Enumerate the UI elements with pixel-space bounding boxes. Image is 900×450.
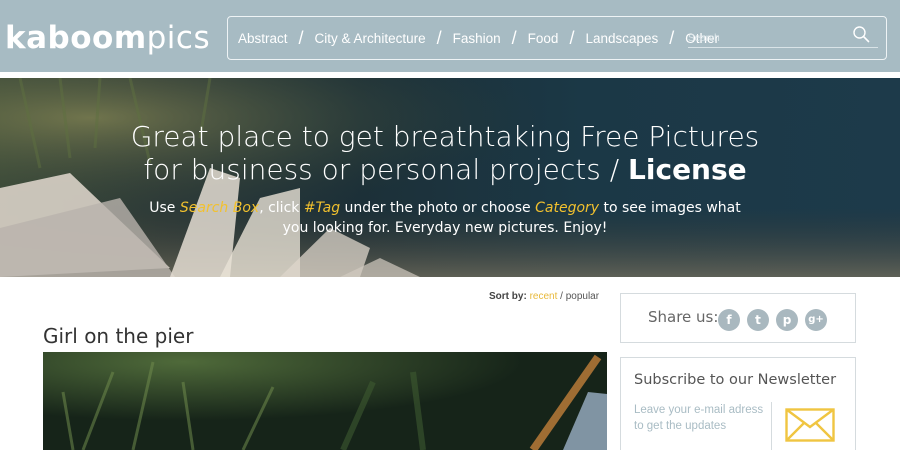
search-box: [688, 26, 878, 48]
sort-label: Sort by:: [489, 291, 530, 302]
hero-subtitle-line2: you looking for. Everyday new pictures. …: [282, 220, 608, 236]
nav-separator: /: [298, 27, 304, 48]
nav-item-landscapes[interactable]: Landscapes: [585, 31, 658, 46]
nav-separator: /: [436, 27, 442, 48]
license-link[interactable]: License: [628, 153, 747, 186]
post-title[interactable]: Girl on the pier: [43, 324, 193, 348]
site-logo[interactable]: kaboompics: [5, 20, 210, 56]
google-plus-icon[interactable]: g+: [805, 309, 827, 331]
site-header: kaboompics Abstract / City & Architectur…: [0, 0, 900, 72]
hero-title: Great place to get breathtaking Free Pic…: [0, 120, 890, 186]
newsletter-divider: [771, 402, 772, 450]
nav-item-fashion[interactable]: Fashion: [453, 31, 501, 46]
sort-recent-link[interactable]: recent: [530, 291, 558, 302]
post-image-photo: [43, 352, 607, 450]
search-icon[interactable]: [852, 25, 870, 43]
search-box-link[interactable]: Search Box: [180, 200, 259, 216]
hero-title-line1: Great place to get breathtaking Free Pic…: [130, 120, 760, 153]
post-image[interactable]: [43, 352, 607, 450]
nav-items: Abstract / City & Architecture / Fashion…: [238, 17, 719, 59]
nav-item-food[interactable]: Food: [528, 31, 559, 46]
logo-bold-text: kaboom: [5, 20, 147, 56]
hero-subtitle: Use Search Box, click #Tag under the pho…: [0, 198, 890, 238]
nav-item-city-architecture[interactable]: City & Architecture: [315, 31, 426, 46]
pinterest-icon[interactable]: p: [776, 309, 798, 331]
hero-title-line2-text: for business or personal projects /: [143, 153, 629, 186]
nav-separator: /: [669, 27, 675, 48]
newsletter-widget: Subscribe to our Newsletter Leave your e…: [620, 357, 856, 450]
share-widget: Share us: f t p g+: [620, 293, 856, 343]
twitter-icon[interactable]: t: [747, 309, 769, 331]
category-link[interactable]: Category: [535, 200, 599, 216]
sort-popular-link[interactable]: popular: [566, 291, 599, 302]
facebook-icon[interactable]: f: [718, 309, 740, 331]
share-label: Share us:: [648, 308, 719, 326]
hero-title-line2: for business or personal projects / Lice…: [0, 153, 890, 186]
nav-item-abstract[interactable]: Abstract: [238, 31, 288, 46]
nav-separator: /: [511, 27, 517, 48]
hero-sub-text: to see images what: [599, 200, 741, 216]
newsletter-description[interactable]: Leave your e-mail adress to get the upda…: [634, 402, 774, 434]
hero-sub-text: under the photo or choose: [340, 200, 536, 216]
logo-light-text: pics: [146, 20, 211, 56]
nav-separator: /: [569, 27, 575, 48]
hero-sub-text: , click: [259, 200, 304, 216]
hero-banner: Great place to get breathtaking Free Pic…: [0, 78, 900, 277]
tag-link[interactable]: #Tag: [304, 200, 340, 216]
newsletter-title: Subscribe to our Newsletter: [634, 372, 837, 388]
sort-separator: /: [557, 291, 566, 302]
main-nav: Abstract / City & Architecture / Fashion…: [227, 16, 887, 60]
envelope-icon[interactable]: [785, 408, 835, 442]
hero-sub-text: Use: [149, 200, 180, 216]
hero-subtitle-line1: Use Search Box, click #Tag under the pho…: [0, 198, 890, 218]
search-input[interactable]: [688, 30, 828, 46]
sort-control: Sort by: recent / popular: [489, 291, 599, 302]
